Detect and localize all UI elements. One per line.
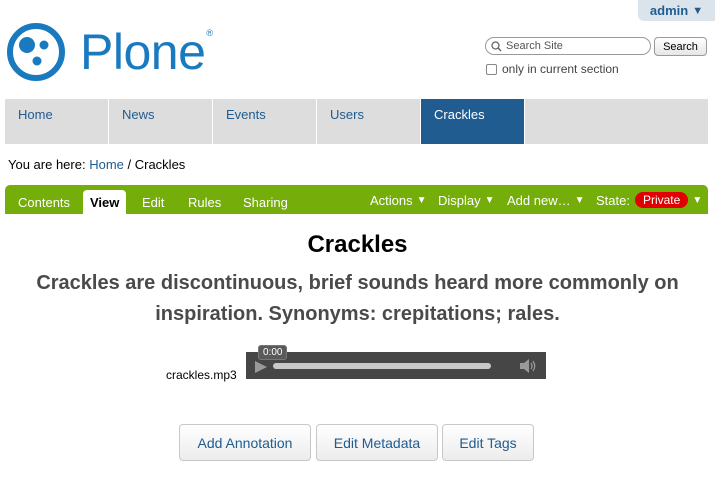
current-section-checkbox[interactable] <box>486 63 497 75</box>
add-new-menu-label: Add new… <box>507 192 571 208</box>
display-menu[interactable]: Display ▼ <box>438 190 495 210</box>
audio-progress-track[interactable] <box>273 363 491 369</box>
tab-view[interactable]: View <box>83 190 127 214</box>
current-section-label: only in current section <box>502 62 619 76</box>
tab-news[interactable]: News <box>109 99 213 144</box>
breadcrumb-home-link[interactable]: Home <box>89 157 124 172</box>
logo-text: Plone <box>80 24 206 80</box>
state-badge: Private <box>634 192 689 208</box>
breadcrumb-separator: / <box>123 157 135 172</box>
portal-tabs: Home News Events Users Crackles <box>5 99 708 144</box>
volume-icon[interactable] <box>520 359 538 373</box>
edit-tags-button[interactable]: Edit Tags <box>442 424 534 461</box>
chevron-down-icon: ▼ <box>692 194 703 206</box>
actions-menu-label: Actions <box>370 192 413 208</box>
search-button[interactable]: Search <box>654 37 707 56</box>
add-new-menu[interactable]: Add new… ▼ <box>507 190 585 210</box>
search-field[interactable] <box>485 37 651 55</box>
chevron-down-icon: ▼ <box>416 194 427 206</box>
plone-logo-icon <box>7 23 65 81</box>
search-icon <box>491 40 502 52</box>
user-menu-label: admin <box>649 3 689 18</box>
tab-sharing[interactable]: Sharing <box>236 190 295 214</box>
play-icon[interactable] <box>254 361 268 373</box>
chevron-down-icon: ▼ <box>692 4 704 17</box>
display-menu-label: Display <box>438 192 481 208</box>
search-input[interactable] <box>506 40 646 52</box>
registered-mark: ® <box>206 28 214 38</box>
tab-edit[interactable]: Edit <box>135 190 171 214</box>
edit-bar: Contents View Edit Rules Sharing Actions… <box>5 185 708 214</box>
breadcrumb-current: Crackles <box>134 157 186 172</box>
state-menu[interactable]: State: Private ▼ <box>596 190 702 210</box>
tab-rules[interactable]: Rules <box>181 190 228 214</box>
tab-users[interactable]: Users <box>317 99 421 144</box>
state-label: State: <box>596 192 630 208</box>
current-section-option[interactable]: only in current section <box>486 62 619 76</box>
add-annotation-button[interactable]: Add Annotation <box>179 424 311 461</box>
audio-time-tooltip: 0:00 <box>258 345 288 360</box>
tab-contents[interactable]: Contents <box>11 190 77 214</box>
audio-player[interactable]: 0:00 <box>246 345 546 379</box>
tab-events[interactable]: Events <box>213 99 317 144</box>
edit-metadata-button[interactable]: Edit Metadata <box>316 424 438 461</box>
tab-crackles[interactable]: Crackles <box>421 99 525 144</box>
chevron-down-icon: ▼ <box>484 194 495 206</box>
site-logo[interactable]: Plone ® <box>6 22 213 82</box>
tab-home[interactable]: Home <box>5 99 109 144</box>
chevron-down-icon: ▼ <box>574 194 585 206</box>
user-menu[interactable]: admin ▼ <box>638 0 715 21</box>
page-description: Crackles are discontinuous, brief sounds… <box>36 272 679 325</box>
breadcrumb-prefix: You are here: <box>8 157 90 172</box>
audio-file-name[interactable]: crackles.mp3 <box>166 368 237 382</box>
page-title: Crackles <box>307 231 408 258</box>
actions-menu[interactable]: Actions ▼ <box>370 190 427 210</box>
breadcrumb: You are here: Home / Crackles <box>8 157 185 172</box>
